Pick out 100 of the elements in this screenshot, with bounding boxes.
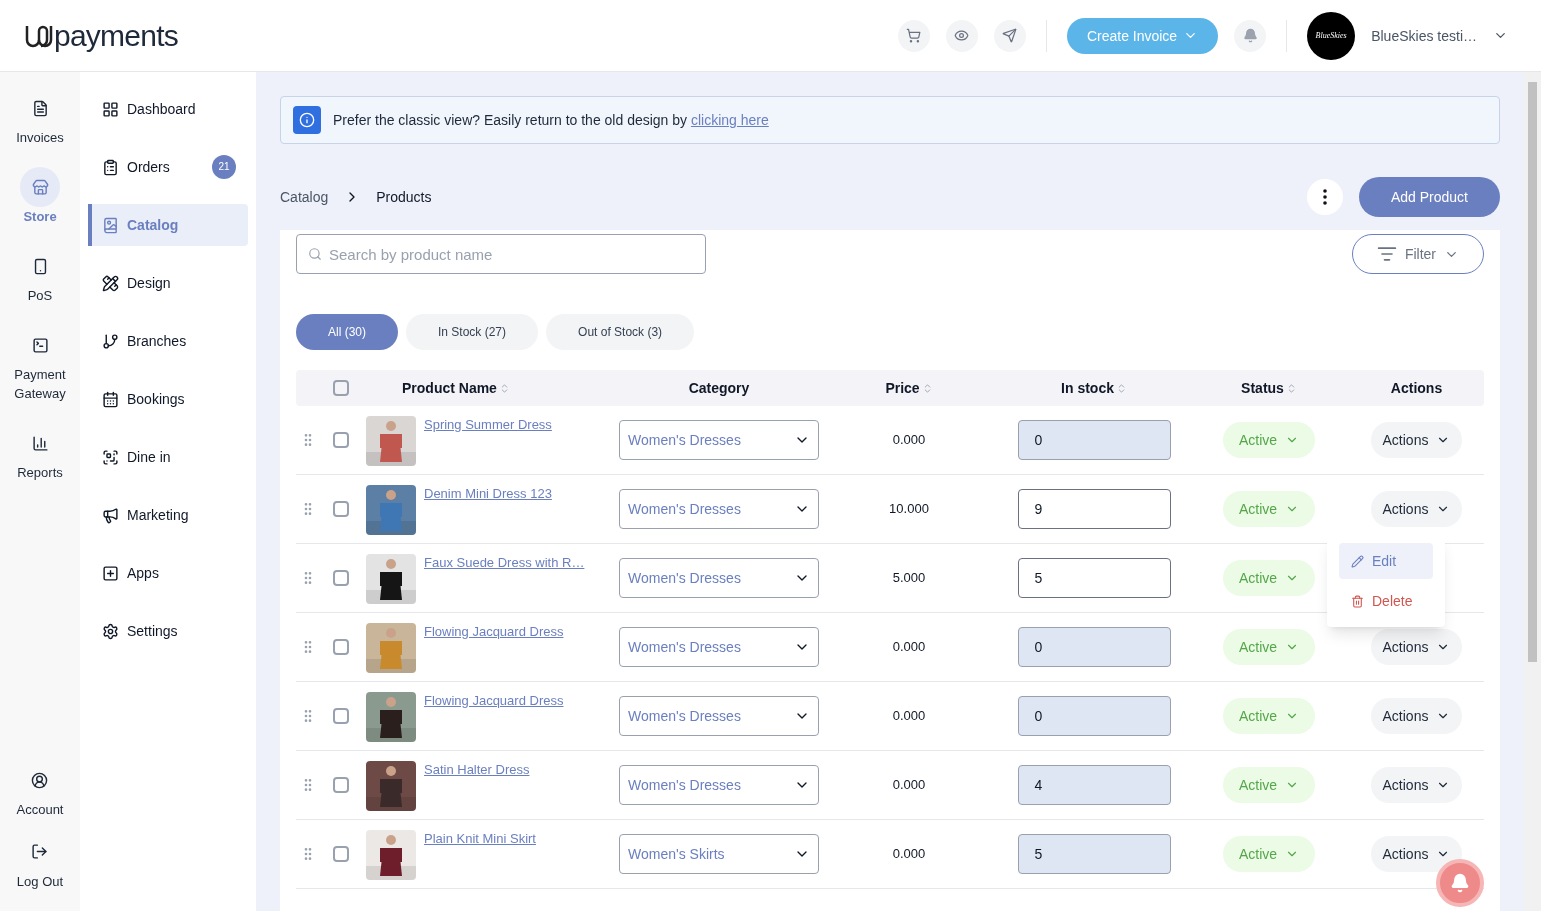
user-icon [31,771,49,789]
price-text: 0.000 [892,775,926,794]
avatar[interactable]: BlueSkies [1307,11,1356,60]
stock-field[interactable]: 0 [1017,696,1171,736]
settings-icon [102,622,119,640]
bell-icon [1450,873,1470,893]
rail-item[interactable]: Invoices [0,88,80,147]
rail-item[interactable]: Reports [0,423,80,482]
logout-icon [31,843,49,860]
rail-item[interactable]: PoS [0,246,80,305]
actions-dropdown[interactable]: Actions [1370,698,1463,734]
row-checkbox[interactable] [333,570,349,586]
breadcrumb-current: Products [376,188,432,207]
more-icon [1322,189,1327,205]
row-checkbox[interactable] [333,432,349,448]
stock-field[interactable]: 0 [1017,420,1171,460]
category-select[interactable]: Women's Dresses [619,489,819,529]
filter-icon [1376,244,1397,264]
actions-dropdown[interactable]: Actions [1370,767,1463,803]
stock-tab[interactable]: Out of Stock (3) [546,314,695,350]
cart-button[interactable] [897,19,930,52]
row-checkbox[interactable] [333,777,349,793]
category-select[interactable]: Women's Dresses [619,696,819,736]
logo-text: payments [54,20,179,51]
info-icon [293,106,321,134]
megaphone-icon [102,506,119,524]
account-menu[interactable]: BlueSkies testi… [1371,25,1524,46]
sidebar-item[interactable]: Bookings [88,378,248,420]
actions-dropdown[interactable]: Actions [1370,422,1463,458]
select-all-checkbox[interactable] [333,380,349,396]
row-checkbox[interactable] [333,708,349,724]
paper-plane-icon [1002,28,1018,43]
price-text: 0.000 [892,637,926,656]
pencil-icon [1351,554,1364,568]
category-select[interactable]: Women's Dresses [619,627,819,667]
search-icon [308,247,322,261]
column-header: Status [1241,379,1284,398]
product-link[interactable]: Plain Knit Mini Skirt [424,830,536,849]
column-header: Category [688,379,750,398]
rail-item[interactable]: Payment Gateway [0,325,80,403]
sidebar-item[interactable]: Marketing [88,494,248,536]
menu-item[interactable]: Delete [1339,583,1433,619]
product-link[interactable]: Denim Mini Dress 123 [424,485,552,504]
sidebar-item[interactable]: Design [88,262,248,304]
grid-icon [102,100,119,118]
classic-view-link[interactable]: clicking here [690,112,769,128]
sidebar-item[interactable]: Orders 21 [88,146,248,188]
book-icon [102,216,119,234]
cart-icon [906,28,922,43]
product-link[interactable]: Spring Summer Dress [424,416,552,435]
product-link[interactable]: Flowing Jacquard Dress [424,623,564,642]
rail-item[interactable]: Log Out [16,831,64,891]
product-link[interactable]: Flowing Jacquard Dress [424,692,564,711]
rail-item[interactable]: Store [0,167,80,226]
add-product-button[interactable]: Add Product [1358,177,1500,217]
actions-dropdown[interactable]: Actions [1370,491,1463,527]
preview-button[interactable] [945,19,978,52]
breadcrumb-link[interactable]: Catalog [280,187,329,207]
search-field[interactable]: Search by product name [296,234,706,274]
pencil-ruler-icon [102,274,119,292]
add-square-icon [102,564,119,582]
more-button[interactable] [1306,179,1343,215]
column-header: Price [885,379,920,398]
stock-tab[interactable]: All (30) [296,314,398,350]
row-checkbox[interactable] [333,639,349,655]
stock-tab[interactable]: In Stock (27) [406,314,539,350]
sidebar-item[interactable]: Settings [88,610,248,652]
category-select[interactable]: Women's Skirts [619,834,819,874]
stock-field[interactable]: 0 [1017,627,1171,667]
category-select[interactable]: Women's Dresses [619,420,819,460]
eye-icon [954,28,970,43]
sidebar-item[interactable]: Branches [88,320,248,362]
scrollbar[interactable] [1524,72,1541,911]
product-link[interactable]: Satin Halter Dress [424,761,530,780]
document-icon [31,99,49,117]
branch-icon [102,332,119,350]
product-link[interactable]: Faux Suede Dress with R… [424,554,585,573]
stock-field[interactable]: 9 [1017,489,1171,529]
sidebar-item[interactable]: Dine in [88,436,248,478]
count-badge: 21 [212,155,236,179]
stock-field[interactable]: 4 [1017,765,1171,805]
rail-item[interactable]: Account [16,760,64,820]
price-text: 10.000 [889,499,929,518]
stock-field[interactable]: 5 [1017,834,1171,874]
notifications-button[interactable] [1234,19,1267,52]
row-checkbox[interactable] [333,501,349,517]
price-text: 5.000 [892,568,926,587]
stock-field[interactable]: 5 [1017,558,1171,598]
category-select[interactable]: Women's Dresses [619,558,819,598]
price-text: 0.000 [892,844,926,863]
sidebar-item[interactable]: Dashboard [88,88,248,130]
trash-icon [1351,594,1364,608]
actions-dropdown[interactable]: Actions [1370,836,1463,872]
row-checkbox[interactable] [333,846,349,862]
clipboard-icon [102,158,119,176]
notice-text: Prefer the classic view? Easily return to the old design by clicking here [333,111,769,130]
send-button[interactable] [993,19,1026,52]
actions-dropdown[interactable]: Actions [1370,629,1463,665]
category-select[interactable]: Women's Dresses [619,765,819,805]
sidebar-item[interactable]: Apps [88,552,248,594]
